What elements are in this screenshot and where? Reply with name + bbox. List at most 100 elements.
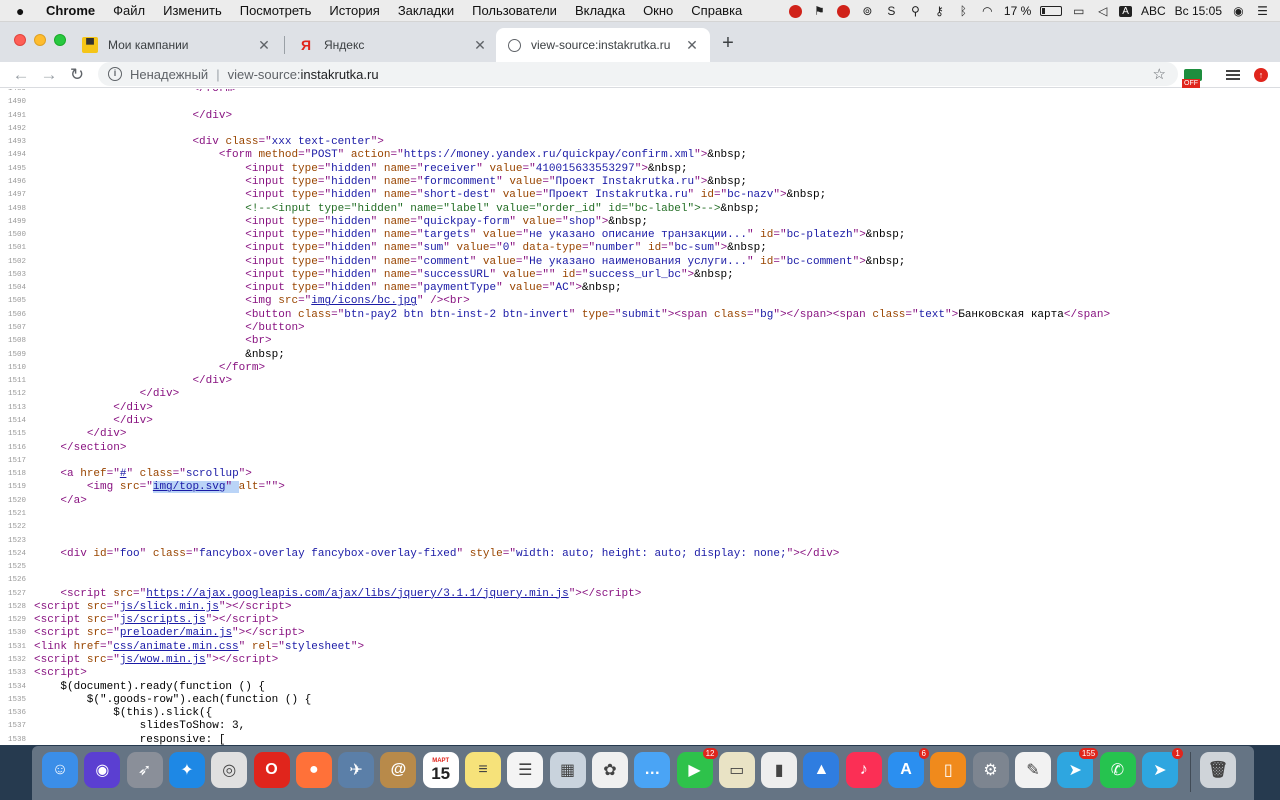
line-number: 1518 [7, 470, 26, 479]
menu-edit[interactable]: Изменить [163, 3, 222, 18]
launchpad-icon[interactable]: ➶ [126, 752, 163, 788]
close-tab-icon[interactable]: ✕ [256, 37, 272, 54]
source-line: 1497 <input type="hidden" name="short-de… [0, 189, 1280, 202]
reminders-icon[interactable]: ☰ [507, 752, 544, 788]
source-line: 1530 <script src="preloader/main.js"></sc… [0, 627, 1280, 640]
system-preferences-icon[interactable]: ⚙ [972, 752, 1009, 788]
apple-icon[interactable]: ● [16, 3, 32, 19]
magnifier-icon[interactable]: ⚲ [908, 4, 923, 19]
keynote-app-icon[interactable]: ▲ [803, 752, 840, 788]
forward-icon[interactable]: → [38, 64, 60, 86]
source-line: 1499 <input type="hidden" name="quickpay… [0, 216, 1280, 229]
clock[interactable]: Вс 15:05 [1175, 4, 1222, 18]
source-line: 1523 [0, 535, 1280, 548]
tab-title: Мои кампании [108, 38, 189, 52]
tab-my-campaigns[interactable]: ▀ Мои кампании ✕ [70, 28, 282, 62]
textedit-icon[interactable]: ✎ [1014, 752, 1051, 788]
menu-file[interactable]: Файл [113, 3, 145, 18]
notification-center-icon[interactable]: ☰ [1255, 4, 1270, 19]
menu-window[interactable]: Окно [643, 3, 673, 18]
books-icon[interactable]: ▯ [930, 752, 967, 788]
extension-menu-icon[interactable] [1222, 64, 1244, 86]
new-tab-button[interactable]: + [718, 32, 738, 55]
keynote-icon[interactable]: ▭ [718, 752, 755, 788]
flag-icon[interactable]: ⚑ [812, 4, 827, 19]
line-number: 1505 [7, 297, 26, 306]
music-icon[interactable]: ♪ [845, 752, 882, 788]
firefox-icon[interactable]: ● [295, 752, 332, 788]
source-code: &nbsp; [34, 348, 285, 361]
calendar-icon[interactable]: МАРТ 15 [422, 752, 459, 788]
source-line: 1524 <div id="foo" class="fancybox-overl… [0, 548, 1280, 561]
battery-icon[interactable] [1040, 6, 1063, 16]
menu-help[interactable]: Справка [691, 3, 742, 18]
menu-tab[interactable]: Вкладка [575, 3, 625, 18]
telegram-icon[interactable]: ➤ 155 [1057, 748, 1099, 788]
bookmark-star-icon[interactable]: ☆ [1153, 65, 1166, 83]
bluetooth-icon[interactable]: ᛒ [956, 4, 971, 19]
trash-icon[interactable]: 🗑 [1200, 752, 1236, 788]
key-icon[interactable]: ⚷ [932, 4, 947, 19]
tab-view-source[interactable]: view-source:instakrutka.ru ✕ [496, 28, 710, 62]
input-source-label[interactable]: ABC [1141, 4, 1166, 18]
preview-icon[interactable]: ✈ [338, 752, 375, 788]
info-icon[interactable]: i [108, 67, 122, 81]
maximize-window-button[interactable] [54, 34, 66, 46]
chrome-icon[interactable]: ◎ [211, 752, 248, 788]
opera-icon[interactable]: O [253, 752, 290, 788]
close-window-button[interactable] [14, 34, 26, 46]
numbers-icon[interactable]: ▮ [761, 752, 798, 788]
source-code: responsive: [ [34, 733, 226, 745]
tab-yandex[interactable]: Я Яндекс ✕ [286, 28, 498, 62]
minimize-window-button[interactable] [34, 34, 46, 46]
counter-icon[interactable] [836, 4, 851, 19]
airplay-icon[interactable]: ▭ [1071, 4, 1086, 19]
address-bar[interactable]: i Ненадежный | view-source: instakrutka.… [98, 62, 1178, 86]
source-line: 1531 <link href="css/animate.min.css" rel… [0, 641, 1280, 654]
siri-menu-icon[interactable]: ◉ [1231, 4, 1246, 19]
line-number: 1496 [7, 177, 26, 186]
close-tab-icon[interactable]: ✕ [684, 37, 700, 54]
source-code: </div> [192, 109, 233, 122]
photos-icon[interactable]: ✿ [591, 752, 628, 788]
menu-people[interactable]: Пользователи [472, 3, 557, 18]
facetime-icon[interactable]: ▶ 12 [676, 748, 718, 788]
finder-icon[interactable]: ☺ [42, 752, 78, 788]
menu-history[interactable]: История [329, 3, 379, 18]
extension-red-icon[interactable]: ↑ [1250, 64, 1272, 86]
contacts-icon[interactable]: @ [380, 752, 417, 788]
source-code: <a href="#" class="scrollup"> [60, 468, 252, 481]
page-source-view: 1489 </form> 1490 1491 </div> 1492 1493 <div… [0, 89, 1280, 745]
menu-view[interactable]: Посмотреть [240, 3, 312, 18]
close-tab-icon[interactable]: ✕ [472, 37, 488, 54]
input-source-icon[interactable]: A [1119, 5, 1132, 17]
menu-chrome[interactable]: Chrome [46, 3, 95, 18]
source-line: 1532 <script src="js/wow.min.js"></script… [0, 654, 1280, 667]
back-icon[interactable]: ← [10, 64, 32, 86]
telegram-desktop-icon[interactable]: ➤ 1 [1141, 748, 1183, 788]
messages-icon[interactable]: … [634, 752, 671, 788]
reload-icon[interactable]: ↻ [66, 64, 88, 86]
source-line: 1526 [0, 574, 1280, 587]
extension-off-icon[interactable]: OFF [1182, 64, 1204, 88]
sync-icon[interactable]: ⊚ [860, 4, 875, 19]
source-code: <button class="btn-pay2 btn btn-inst-2 b… [245, 308, 1111, 321]
notification-icon[interactable] [788, 4, 803, 19]
security-label[interactable]: Ненадежный [130, 67, 208, 82]
line-number: 1531 [7, 642, 26, 651]
dock: ☺ ◉ ➶ ✦ ◎ O ● ✈ @ МАРТ 15 ≡ ☰ ▦ ✿… ▶ 12 ▭ ▮ ▲ ♪ A 6 ▯ ⚙ ✎ ➤ 155 ✆ ➤ 1 🗑 [32, 746, 1254, 800]
source-line: 1537 slidesToShow: 3, [0, 720, 1280, 733]
whatsapp-icon[interactable]: ✆ [1099, 752, 1136, 788]
dock-badge: 12 [702, 748, 718, 759]
volume-icon[interactable]: ◁ [1095, 4, 1110, 19]
wifi-icon[interactable]: ◠ [980, 4, 995, 19]
menu-bookmarks[interactable]: Закладки [398, 3, 454, 18]
skype-icon[interactable]: S [884, 4, 899, 19]
line-number: 1533 [7, 669, 26, 678]
app-store-icon[interactable]: A6 [888, 748, 929, 788]
siri-icon[interactable]: ◉ [84, 752, 121, 788]
safari-icon[interactable]: ✦ [168, 752, 205, 788]
notes-icon[interactable]: ≡ [465, 752, 501, 788]
yandex-icon: Я [300, 37, 312, 53]
photo-booth-icon[interactable]: ▦ [549, 752, 586, 788]
